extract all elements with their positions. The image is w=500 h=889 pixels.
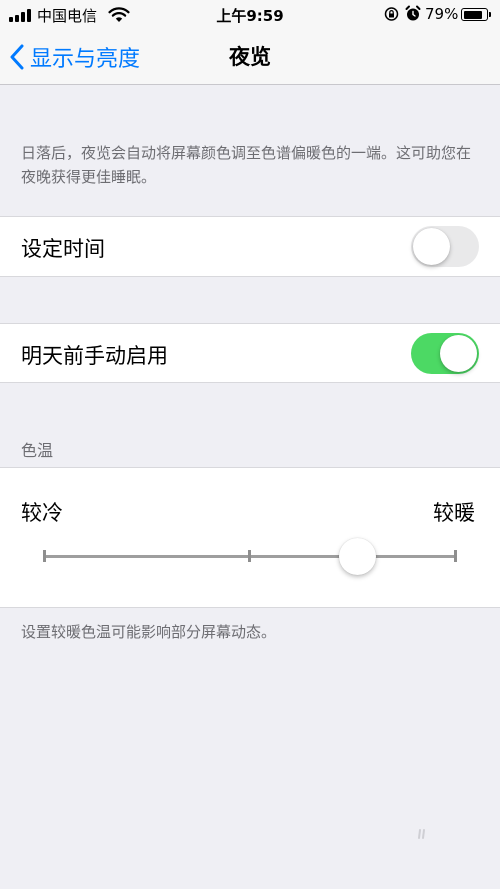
color-temperature-note: 设置较暖色温可能影响部分屏幕动态。: [21, 623, 277, 641]
battery-nub: [489, 12, 491, 17]
cooler-label: 较冷: [21, 501, 63, 525]
battery-percent: 79%: [425, 5, 459, 23]
manual-enable-cell: 明天前手动启用: [0, 323, 500, 383]
night-shift-description: 日落后，夜览会自动将屏幕颜色调至色谱偏暖色的一端。这可助您在夜晚获得更佳睡眠。: [21, 144, 472, 186]
navigation-bar: 夜览 显示与亮度: [0, 30, 500, 85]
back-label: 显示与亮度: [30, 47, 141, 72]
toggle-knob: [440, 335, 477, 372]
status-bar: 中国电信 上午9:59 79%: [0, 0, 500, 30]
color-temperature-header: 色温: [21, 441, 54, 460]
slider-tick-min: [43, 550, 46, 562]
slider-tick-max: [454, 550, 457, 562]
back-button[interactable]: 显示与亮度: [10, 30, 140, 84]
battery-level: [463, 10, 483, 19]
chevron-left-icon: [10, 44, 24, 70]
quotation-mark-icon: [418, 829, 425, 839]
slider-tick-mid: [248, 550, 251, 562]
manual-enable-toggle[interactable]: [411, 333, 479, 374]
manual-enable-label: 明天前手动启用: [21, 344, 168, 368]
scheduled-toggle[interactable]: [411, 226, 479, 267]
scheduled-cell: 设定时间: [0, 216, 500, 277]
color-temperature-slider-thumb[interactable]: [338, 538, 376, 575]
alarm-icon: [405, 5, 421, 21]
toggle-knob: [413, 228, 450, 265]
scheduled-label: 设定时间: [21, 237, 105, 261]
color-temperature-cell: [0, 467, 500, 608]
night-shift-screen: 中国电信 上午9:59 79% 夜览 显示与亮度 日落后，夜览会自动将屏幕颜色调…: [0, 0, 500, 889]
orientation-lock-icon: [384, 7, 399, 21]
warmer-label: 较暖: [433, 501, 475, 525]
battery-icon: [461, 8, 488, 21]
